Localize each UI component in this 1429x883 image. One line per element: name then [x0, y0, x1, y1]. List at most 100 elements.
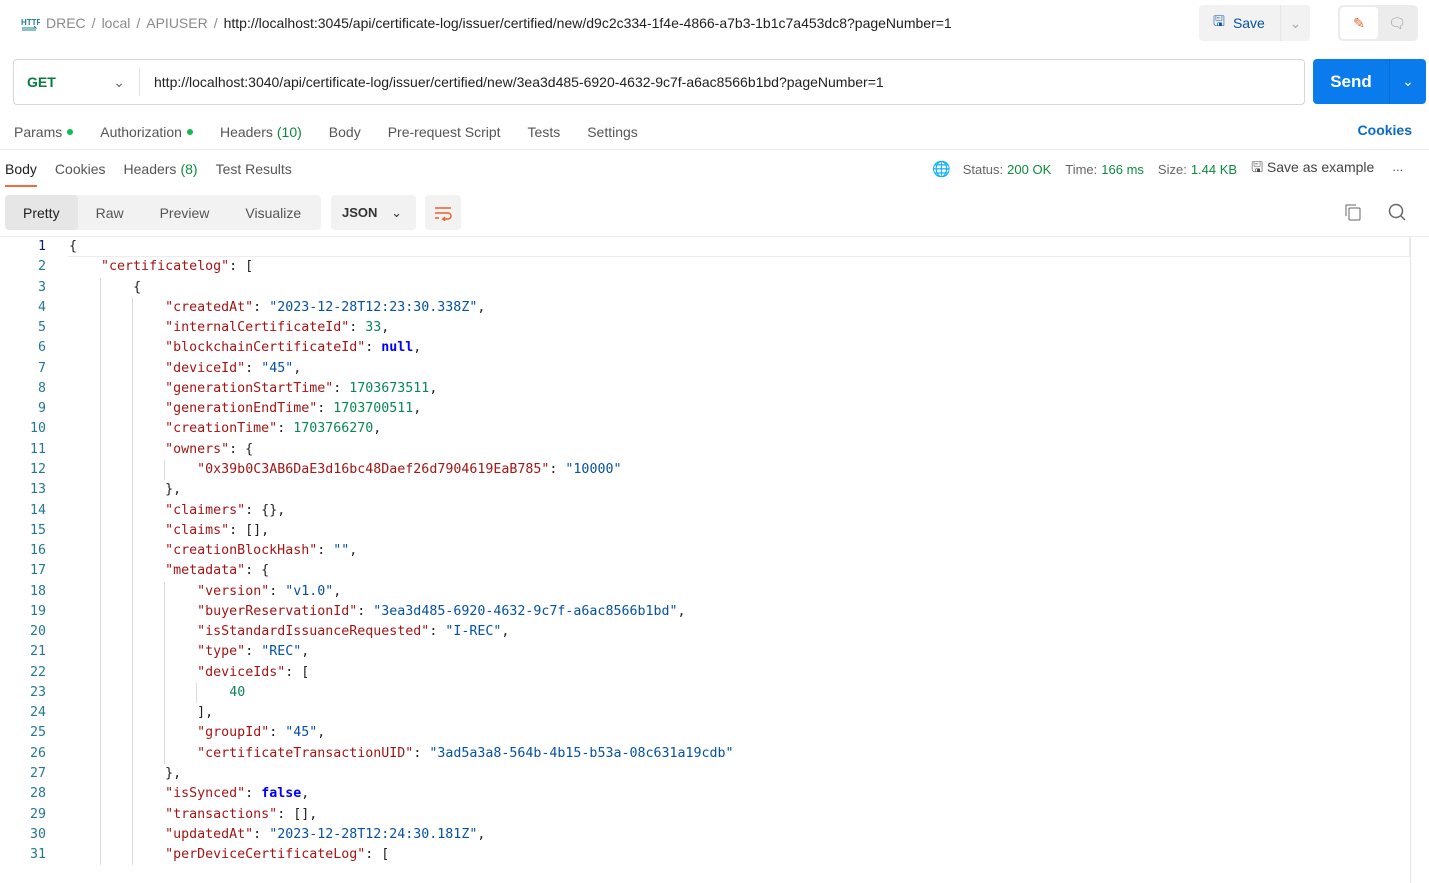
method-select[interactable]: GET ⌄ — [14, 68, 140, 96]
status-value[interactable]: 200 OK — [1007, 162, 1051, 177]
token: false — [261, 786, 302, 802]
pencil-icon[interactable]: ✎ — [1340, 7, 1378, 39]
cookies-link[interactable]: Cookies — [1358, 122, 1412, 138]
format-select[interactable]: JSON ⌄ — [331, 195, 416, 230]
token: : — [245, 786, 262, 802]
token: : — [269, 725, 286, 741]
line-number: 29 — [29, 806, 46, 822]
time-value[interactable]: 166 ms — [1101, 162, 1144, 177]
indent-guide — [100, 318, 102, 339]
view-pretty[interactable]: Pretty — [5, 195, 78, 230]
save-icon: 🖫 — [1213, 13, 1225, 29]
code-line: 31 "perDeviceCertificateLog": [ — [0, 845, 1400, 866]
separator: / — [91, 15, 96, 31]
response-tab-cookies[interactable]: Cookies — [55, 158, 106, 180]
globe-icon[interactable]: 🌐 — [932, 160, 951, 178]
indent-guide — [132, 824, 134, 846]
code-text: "version": "v1.0", — [197, 582, 341, 602]
indent-guide — [100, 743, 102, 765]
send-dropdown-chevron-icon[interactable]: ⌄ — [1390, 59, 1426, 104]
token: "deviceId" — [165, 360, 246, 376]
indent-guide — [132, 601, 134, 623]
response-tab-headers[interactable]: Headers (8) — [124, 158, 198, 180]
token: "isSynced" — [165, 786, 246, 802]
line-number: 11 — [29, 441, 46, 457]
token: "owners" — [165, 441, 230, 457]
line-number: 10 — [29, 421, 46, 437]
token: : — [357, 603, 374, 619]
line-number: 2 — [37, 259, 46, 275]
view-preview[interactable]: Preview — [142, 195, 228, 230]
code-line: 25 "groupId": "45", — [0, 723, 1400, 744]
indent-guide — [132, 480, 134, 501]
copy-icon[interactable] — [1344, 203, 1362, 221]
line-number: 30 — [29, 826, 46, 842]
indent-guide — [100, 459, 102, 481]
more-icon[interactable]: ∙∙∙ — [1392, 162, 1403, 177]
token: , — [381, 320, 390, 336]
response-tab-test-results[interactable]: Test Results — [216, 158, 292, 180]
save-as-example-button[interactable]: 🖫 Save as example — [1251, 157, 1374, 181]
code-line: 29 "transactions": [], — [0, 804, 1400, 825]
token: "3ea3d485-6920-4632-9c7f-a6ac8566b1bd" — [373, 603, 678, 619]
line-number: 8 — [37, 380, 46, 396]
tab-settings[interactable]: Settings — [587, 121, 638, 143]
send-button[interactable]: Send — [1313, 59, 1390, 104]
code-line: 4 "createdAt": "2023-12-28T12:23:30.338Z"… — [0, 297, 1400, 319]
token: "creationBlockHash" — [165, 543, 318, 559]
chevron-down-icon: ⌄ — [113, 73, 125, 90]
indent-guide — [100, 297, 102, 319]
token: "45" — [285, 725, 318, 741]
code-text: "isStandardIssuanceRequested": "I-REC", — [197, 622, 509, 642]
response-body-editor[interactable]: 1{2 "certificatelog": [3{4 "createdAt": "2… — [0, 236, 1429, 883]
view-visualize[interactable]: Visualize — [227, 195, 319, 230]
response-tab-body[interactable]: Body — [5, 158, 37, 187]
line-number: 19 — [29, 603, 46, 619]
tab-pre-request-script[interactable]: Pre-request Script — [388, 121, 501, 143]
url-input[interactable]: http://localhost:3040/api/certificate-lo… — [140, 74, 884, 90]
breadcrumb-item[interactable]: local — [102, 15, 131, 31]
request-tabs: Params Authorization Headers (10) Body Pre-re… — [14, 121, 665, 143]
code-text: { — [133, 278, 141, 298]
size-value[interactable]: 1.44 KB — [1191, 162, 1237, 177]
request-name[interactable]: http://localhost:3045/api/certificate-lo… — [224, 15, 952, 31]
separator: / — [136, 15, 141, 31]
breadcrumb-item[interactable]: APIUSER — [146, 15, 207, 31]
breadcrumb: HTTP DREC / local / APIUSER / http://localh… — [20, 12, 952, 34]
save-button[interactable]: 🖫 Save — [1199, 5, 1281, 41]
tab-body[interactable]: Body — [329, 121, 361, 143]
breadcrumb-item[interactable]: DREC — [46, 15, 86, 31]
line-number: 20 — [29, 624, 46, 640]
code-line: 13}, — [0, 480, 1400, 501]
tab-authorization[interactable]: Authorization — [100, 121, 193, 143]
code-text: { — [69, 237, 77, 257]
wrap-lines-button[interactable] — [425, 195, 461, 230]
token: "createdAt" — [165, 299, 254, 315]
code-line: 7 "deviceId": "45", — [0, 358, 1400, 379]
search-icon[interactable] — [1388, 203, 1406, 221]
code-line: 23 40 — [0, 682, 1400, 704]
token: : — [349, 320, 366, 336]
token: "45" — [261, 360, 294, 376]
tab-tests[interactable]: Tests — [528, 121, 561, 143]
token: , — [413, 340, 422, 356]
code-line: 6 "blockchainCertificateId": null, — [0, 338, 1400, 359]
code-text: "perDeviceCertificateLog": [ — [165, 845, 389, 865]
token: : { — [245, 563, 270, 579]
code-text: "blockchainCertificateId": null, — [165, 338, 421, 358]
view-raw[interactable]: Raw — [78, 195, 142, 230]
response-tools — [1344, 203, 1406, 221]
indent-guide — [100, 358, 102, 379]
scrollbar[interactable] — [1410, 237, 1411, 883]
indent-guide — [132, 500, 134, 521]
tab-headers[interactable]: Headers (10) — [220, 121, 302, 143]
token: : [], — [229, 522, 270, 538]
token: "version" — [197, 583, 270, 599]
comment-icon[interactable]: 🗨 — [1378, 7, 1416, 39]
code-line: 22 "deviceIds": [ — [0, 662, 1400, 683]
save-dropdown-chevron-icon[interactable]: ⌄ — [1281, 15, 1310, 32]
svg-text:HTTP: HTTP — [21, 18, 40, 27]
indent-guide — [132, 581, 134, 602]
indent-guide — [100, 399, 102, 420]
tab-params[interactable]: Params — [14, 121, 74, 143]
